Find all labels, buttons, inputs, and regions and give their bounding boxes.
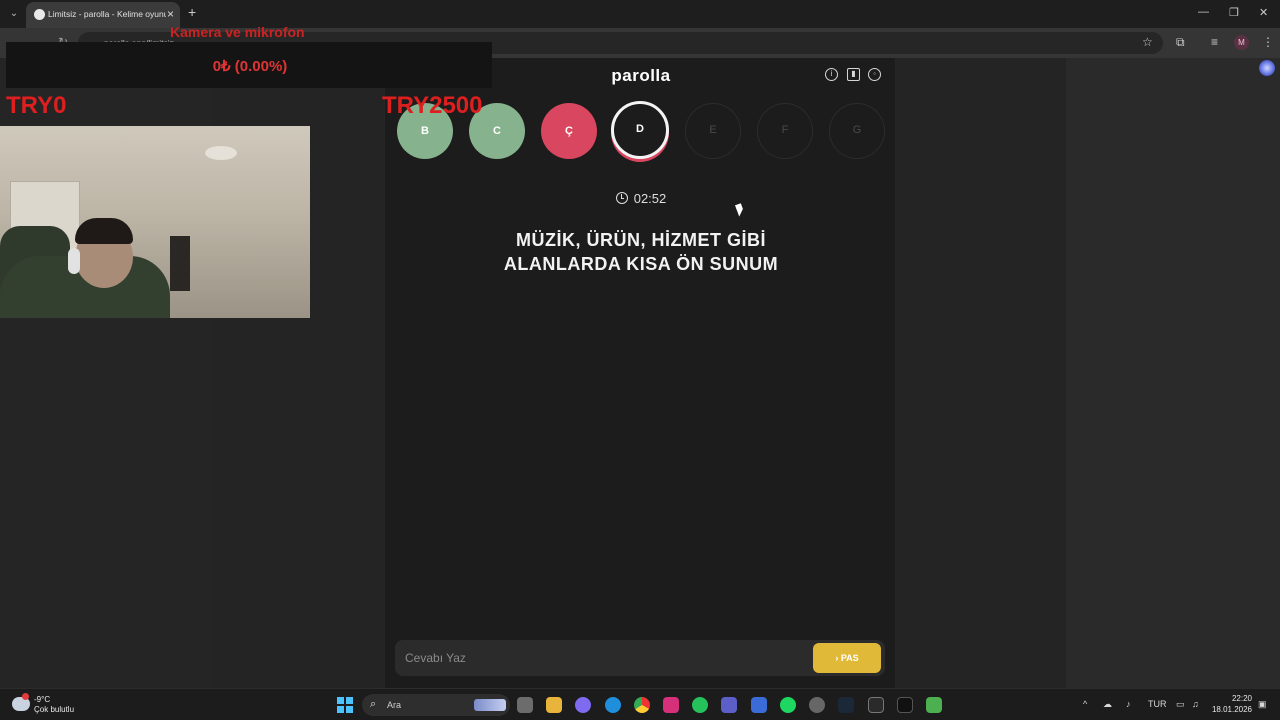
chrome-icon[interactable] (634, 697, 650, 713)
tray-chevron-icon[interactable]: ^ (1083, 699, 1087, 709)
whatsapp-icon[interactable] (692, 697, 708, 713)
letter-g: G (829, 103, 885, 159)
tab-close-icon[interactable]: × (167, 7, 174, 21)
weather-temperature[interactable]: -9°C (34, 695, 50, 704)
question-text: MÜZİK, ÜRÜN, HİZMET GİBİ ALANLARDA KISA … (441, 228, 841, 276)
spotify-icon[interactable] (780, 697, 796, 713)
tray-cloud-icon[interactable]: ☁ (1103, 699, 1112, 710)
stats-chart-icon[interactable]: ▮ (847, 68, 860, 81)
ceiling-lamp (205, 146, 237, 160)
answer-bar: › PAS (395, 640, 885, 676)
right-side-panel (1066, 58, 1280, 688)
browser-tab[interactable]: Limitsiz - parolla - Kelime oyunu × (26, 2, 180, 28)
letter-c-cedilla: Ç (541, 103, 597, 159)
android-app-icon[interactable] (926, 697, 942, 713)
store-icon[interactable] (751, 697, 767, 713)
minimize-icon[interactable]: — (1198, 6, 1209, 18)
extensions-puzzle-icon[interactable]: ⧉ (1176, 35, 1185, 50)
dark-cabinet (170, 236, 190, 291)
volume-icon[interactable]: ♫ (1192, 699, 1199, 709)
question-line-1: MÜZİK, ÜRÜN, HİZMET GİBİ (516, 230, 766, 250)
epic-games-icon[interactable] (868, 697, 884, 713)
tab-title: Limitsiz - parolla - Kelime oyunu (48, 9, 166, 19)
question-line-2: ALANLARDA KISA ÖN SUNUM (503, 254, 779, 274)
donation-percent: 0₺ (0.00%) (212, 58, 288, 75)
pass-label: PAS (840, 653, 859, 663)
capcut-icon[interactable] (897, 697, 913, 713)
letter-e: E (685, 103, 741, 159)
try-goal: TRY2500 (382, 92, 483, 119)
clock-icon (615, 192, 628, 204)
headphones-icon (68, 248, 80, 274)
letter-d-active: D (611, 101, 669, 159)
weather-description[interactable]: Çok bulutlu (34, 705, 74, 714)
search-placeholder: Ara (387, 700, 402, 710)
language-indicator[interactable]: TUR (1148, 699, 1167, 709)
taskbar-search[interactable]: ⌕ Ara (362, 694, 510, 716)
steam-icon[interactable] (838, 697, 854, 713)
windows-start-icon[interactable] (337, 697, 353, 713)
webcam-feed (0, 126, 310, 318)
app-circle-icon[interactable] (809, 697, 825, 713)
bookmark-star-icon[interactable]: ☆ (1142, 35, 1153, 49)
gemini-sparkle-icon[interactable] (1259, 60, 1275, 76)
instagram-icon[interactable] (663, 697, 679, 713)
task-view-icon[interactable] (517, 697, 533, 713)
copilot-icon[interactable] (575, 697, 591, 713)
clock-date[interactable]: 18.01.2026 (1210, 705, 1252, 714)
window-close-icon[interactable]: ✕ (1259, 6, 1268, 19)
file-explorer-icon[interactable] (546, 697, 562, 713)
search-highlight-art (474, 699, 506, 711)
edge-icon[interactable] (605, 697, 621, 713)
windows-taskbar: -9°C Çok bulutlu ⌕ Ara ^ ☁ ♪ TUR ▭ ♫ 22:… (0, 688, 1280, 720)
maximize-icon[interactable]: ❐ (1229, 6, 1239, 19)
weather-alert-badge (22, 693, 29, 700)
answer-input[interactable] (405, 649, 795, 667)
clock-time[interactable]: 22:20 (1214, 694, 1252, 703)
pass-button[interactable]: › PAS (813, 643, 881, 673)
notification-icon[interactable]: ▣ (1258, 699, 1267, 710)
camera-mic-label: Kamera ve mikrofon (170, 24, 305, 40)
game-panel: parolla i ▮ ◦ B C Ç D E F G 02:52 MÜZİK,… (384, 58, 896, 688)
timer: 02:52 (385, 191, 897, 206)
teams-icon[interactable] (721, 697, 737, 713)
media-controls-icon[interactable]: ≡ (1211, 35, 1218, 49)
user-account-icon[interactable]: ◦ (868, 68, 881, 81)
microphone-icon[interactable]: ♪ (1126, 699, 1131, 709)
network-icon[interactable]: ▭ (1176, 699, 1185, 710)
search-icon: ⌕ (370, 698, 377, 710)
more-menu-icon[interactable]: ⋮ (1262, 35, 1274, 49)
letter-f: F (757, 103, 813, 159)
info-icon[interactable]: i (825, 68, 838, 81)
try-current: TRY0 (6, 92, 67, 119)
timer-value: 02:52 (633, 191, 667, 206)
person-hair (75, 218, 133, 244)
profile-avatar[interactable]: M (1234, 35, 1249, 50)
tab-favicon-icon (34, 9, 45, 20)
tab-list-chevron-icon[interactable]: ⌄ (6, 6, 22, 22)
new-tab-plus-icon[interactable]: + (188, 4, 196, 20)
